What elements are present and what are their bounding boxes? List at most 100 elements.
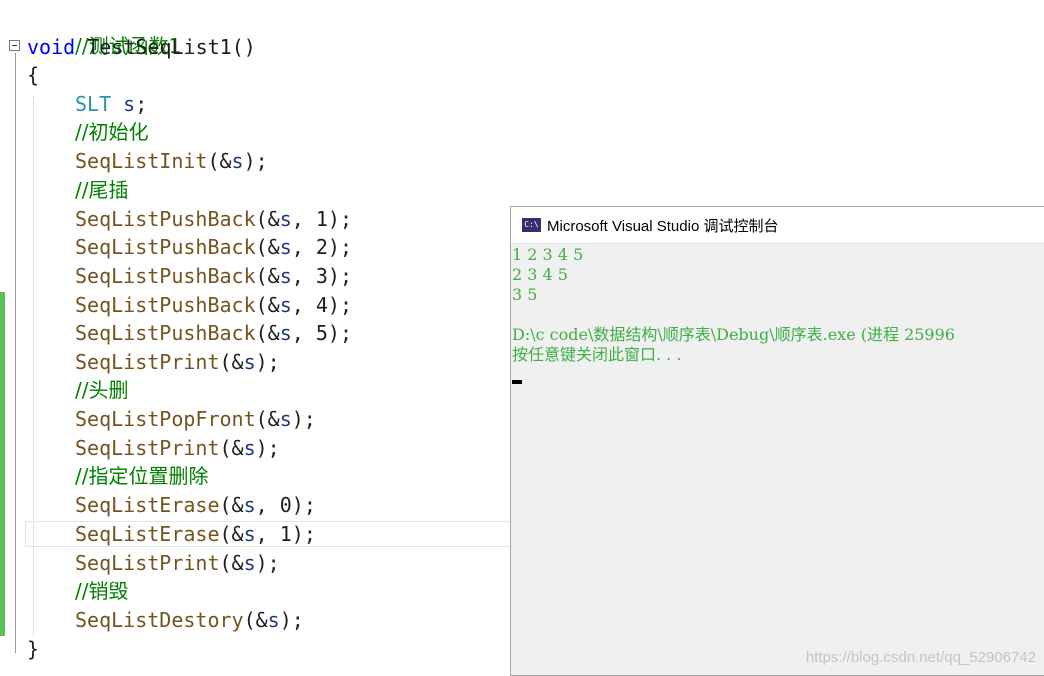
punctuation: (& bbox=[255, 407, 280, 431]
punctuation: (& bbox=[219, 551, 244, 575]
code-line[interactable]: SeqListPushBack(&s, 3); bbox=[75, 262, 352, 290]
function-call: SeqListPushBack bbox=[75, 235, 256, 259]
function-call: SeqListPushBack bbox=[75, 293, 256, 317]
code-line[interactable]: SLT s; bbox=[75, 90, 147, 118]
code-line[interactable]: SeqListDestory(&s); bbox=[75, 606, 304, 634]
punctuation: ); bbox=[279, 608, 304, 632]
code-line[interactable]: //尾插 bbox=[75, 176, 128, 204]
collapse-icon[interactable] bbox=[9, 40, 20, 51]
console-output-line: 1 2 3 4 5 bbox=[512, 245, 584, 264]
variable: s bbox=[243, 436, 256, 460]
variable: s bbox=[279, 235, 292, 259]
function-call: SeqListPushBack bbox=[75, 207, 256, 231]
variable: s bbox=[279, 207, 292, 231]
comment: //头删 bbox=[75, 378, 129, 402]
fold-guide-line bbox=[15, 53, 16, 653]
punctuation: (& bbox=[219, 522, 244, 546]
function-call: SeqListPrint bbox=[75, 436, 220, 460]
punctuation: ); bbox=[255, 551, 280, 575]
number-literal: 1 bbox=[315, 207, 328, 231]
console-title: Microsoft Visual Studio 调试控制台 bbox=[547, 217, 779, 235]
punctuation: ); bbox=[291, 522, 316, 546]
punctuation: ); bbox=[255, 436, 280, 460]
variable: s bbox=[243, 493, 256, 517]
variable: s bbox=[243, 522, 256, 546]
indent-guide bbox=[33, 96, 34, 636]
function-call: SeqListPopFront bbox=[75, 407, 256, 431]
number-literal: 4 bbox=[315, 293, 328, 317]
code-line[interactable]: SeqListPushBack(&s, 1); bbox=[75, 205, 352, 233]
number-literal: 2 bbox=[315, 235, 328, 259]
code-line[interactable]: //测试函数1 bbox=[27, 4, 181, 58]
punctuation: , bbox=[291, 235, 316, 259]
code-line[interactable]: //销毁 bbox=[75, 577, 128, 605]
code-line[interactable]: { bbox=[27, 61, 39, 89]
code-line[interactable]: } bbox=[27, 635, 39, 663]
variable: s bbox=[279, 293, 292, 317]
code-line[interactable]: SeqListPushBack(&s, 4); bbox=[75, 291, 352, 319]
code-line[interactable]: SeqListErase(&s, 0); bbox=[75, 491, 316, 519]
function-call: SeqListInit bbox=[75, 149, 208, 173]
punctuation: , bbox=[291, 264, 316, 288]
function-call: SeqListPushBack bbox=[75, 321, 256, 345]
code-line[interactable]: void TestSeqList1() bbox=[27, 33, 256, 61]
punctuation: ); bbox=[327, 321, 352, 345]
keyword: void bbox=[27, 35, 76, 59]
variable: s bbox=[267, 608, 280, 632]
number-literal: 5 bbox=[315, 321, 328, 345]
code-line[interactable]: SeqListErase(&s, 1); bbox=[75, 520, 316, 548]
console-cursor bbox=[512, 380, 522, 384]
punctuation: (& bbox=[255, 321, 280, 345]
function-call: SeqListErase bbox=[75, 493, 220, 517]
punctuation: (& bbox=[219, 493, 244, 517]
variable: s bbox=[243, 350, 256, 374]
punctuation: ); bbox=[327, 264, 352, 288]
punctuation: , bbox=[291, 207, 316, 231]
variable: s bbox=[279, 407, 292, 431]
code-line[interactable]: //指定位置删除 bbox=[75, 462, 208, 490]
function-call: SeqListDestory bbox=[75, 608, 244, 632]
watermark-text: https://blog.csdn.net/qq_52906742 bbox=[805, 649, 1036, 666]
function-call: SeqListPrint bbox=[75, 350, 220, 374]
type-name: SLT bbox=[75, 92, 112, 116]
code-line[interactable]: SeqListPrint(&s); bbox=[75, 348, 280, 376]
code-line[interactable]: SeqListPrint(&s); bbox=[75, 549, 280, 577]
comment: //销毁 bbox=[75, 579, 129, 603]
number-literal: 1 bbox=[279, 522, 292, 546]
punctuation: () bbox=[231, 35, 256, 59]
code-line[interactable]: SeqListPushBack(&s, 5); bbox=[75, 319, 352, 347]
code-line[interactable]: SeqListInit(&s); bbox=[75, 147, 268, 175]
change-indicator-bar bbox=[0, 292, 5, 636]
function-name: TestSeqList1 bbox=[87, 35, 232, 59]
punctuation: ); bbox=[327, 293, 352, 317]
punctuation: (& bbox=[255, 235, 280, 259]
console-output-area[interactable]: 1 2 3 4 5 2 3 4 5 3 5 D:\c code\数据结构\顺序表… bbox=[511, 244, 1044, 675]
console-output-line: D:\c code\数据结构\顺序表\Debug\顺序表.exe (进程 259… bbox=[512, 325, 955, 344]
punctuation: ); bbox=[327, 235, 352, 259]
variable: s bbox=[279, 321, 292, 345]
code-line[interactable]: SeqListPushBack(&s, 2); bbox=[75, 233, 352, 261]
punctuation: ); bbox=[255, 350, 280, 374]
debug-console-window[interactable]: C:\ Microsoft Visual Studio 调试控制台 1 2 3 … bbox=[510, 206, 1044, 676]
console-app-icon: C:\ bbox=[522, 218, 541, 232]
variable: s bbox=[123, 92, 136, 116]
code-line[interactable]: SeqListPopFront(&s); bbox=[75, 405, 316, 433]
code-line[interactable]: SeqListPrint(&s); bbox=[75, 434, 280, 462]
variable: s bbox=[243, 551, 256, 575]
punctuation: (& bbox=[219, 350, 244, 374]
punctuation: (& bbox=[255, 264, 280, 288]
punctuation: (& bbox=[255, 207, 280, 231]
console-output-line: 2 3 4 5 bbox=[512, 265, 568, 284]
function-call: SeqListPrint bbox=[75, 551, 220, 575]
comment: //尾插 bbox=[75, 178, 129, 202]
variable: s bbox=[231, 149, 244, 173]
function-call: SeqListPushBack bbox=[75, 264, 256, 288]
code-line[interactable]: //初始化 bbox=[75, 118, 148, 146]
console-title-bar[interactable]: C:\ Microsoft Visual Studio 调试控制台 bbox=[511, 207, 1044, 244]
punctuation: , bbox=[291, 321, 316, 345]
punctuation: ); bbox=[243, 149, 268, 173]
punctuation: , bbox=[291, 293, 316, 317]
close-brace: } bbox=[27, 637, 40, 661]
punctuation: , bbox=[255, 493, 280, 517]
code-line[interactable]: //头删 bbox=[75, 376, 128, 404]
